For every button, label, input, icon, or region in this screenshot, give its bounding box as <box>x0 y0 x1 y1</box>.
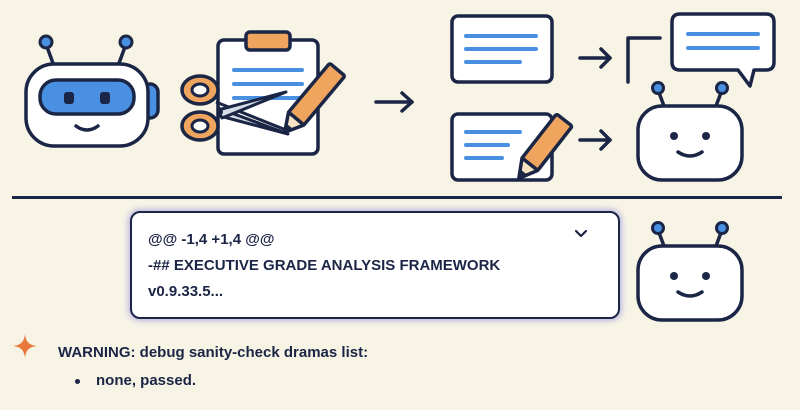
pencil-icon <box>282 62 346 135</box>
document-icon <box>450 14 554 84</box>
section-divider <box>12 196 782 199</box>
connector-line <box>626 36 662 84</box>
arrow-right-icon <box>578 129 612 151</box>
list-item: none, passed. <box>58 372 196 389</box>
warning-message: WARNING: debug sanity-check dramas list: <box>58 344 369 361</box>
robot-icon <box>636 81 744 182</box>
arrow-right-icon <box>374 91 414 113</box>
diff-panel[interactable]: @@ -1,4 +1,4 @@ -## EXECUTIVE GRADE ANAL… <box>130 211 620 319</box>
chevron-down-icon[interactable] <box>574 229 588 239</box>
arrow-right-icon <box>578 47 612 69</box>
speech-bubble-icon <box>670 12 776 88</box>
pencil-icon <box>517 112 574 181</box>
diff-hunk-header: @@ -1,4 +1,4 @@ <box>148 231 275 248</box>
robot-icon <box>636 221 744 322</box>
diff-version-line: v0.9.33.5... <box>148 283 224 300</box>
diff-removed-line: -## EXECUTIVE GRADE ANALYSIS FRAMEWORK <box>148 257 501 274</box>
sparkle-icon <box>13 334 37 358</box>
message-list: none, passed. <box>58 372 196 389</box>
robot-icon <box>24 34 160 148</box>
